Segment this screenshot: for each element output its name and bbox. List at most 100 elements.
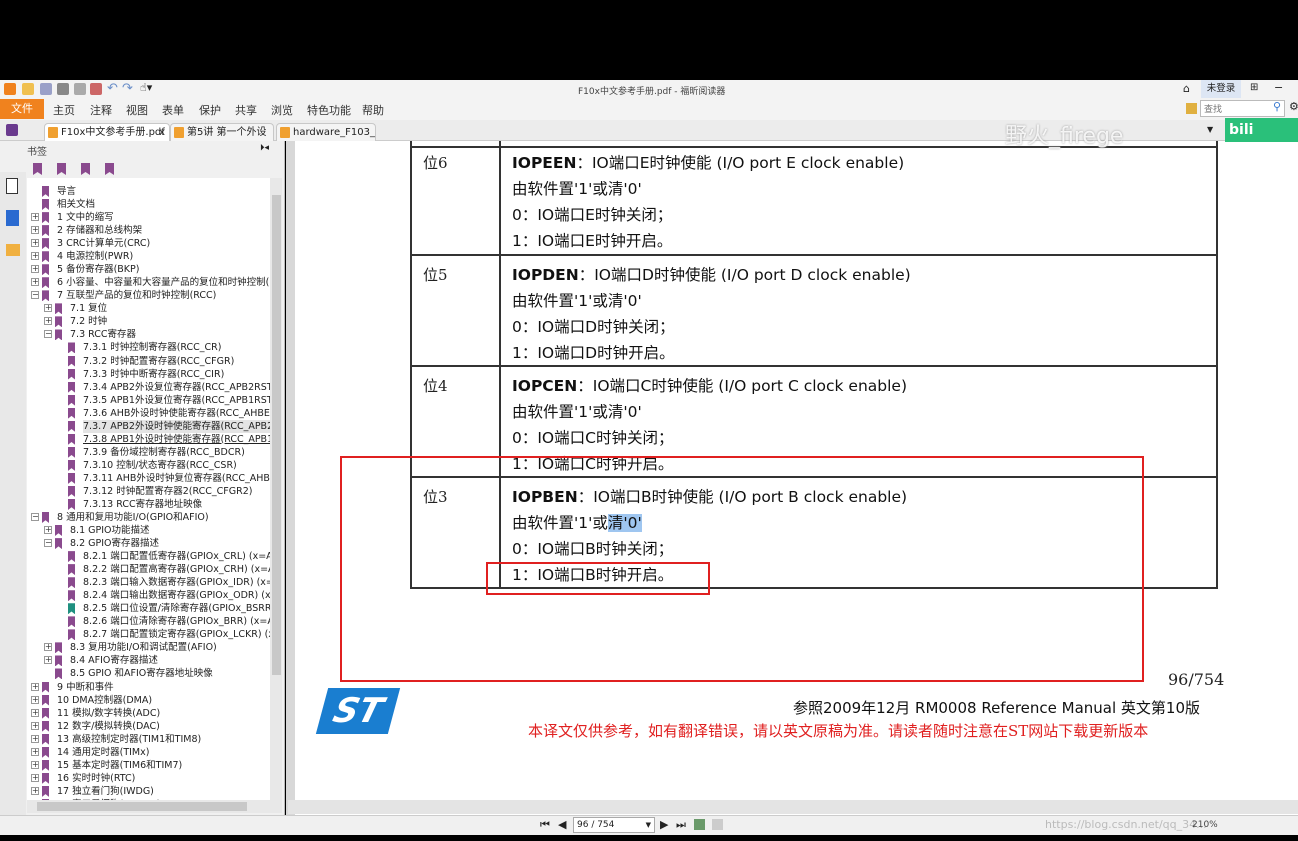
first-page-button[interactable]: ⏮	[540, 818, 550, 832]
bookmark-item[interactable]: 8.2.1 端口配置低寄存器(GPIOx_CRL) (x=A..E)	[27, 550, 270, 563]
bookmark-item[interactable]: +16 实时时钟(RTC)	[27, 772, 270, 785]
expand-icon[interactable]: +	[31, 747, 39, 756]
expand-icon[interactable]: +	[44, 656, 52, 665]
bookmark-item[interactable]: 7.3.10 控制/状态寄存器(RCC_CSR)	[27, 459, 270, 472]
bookmark-item[interactable]: +8.1 GPIO功能描述	[27, 524, 270, 537]
expand-icon[interactable]: +	[31, 239, 39, 248]
delete-bookmark-icon[interactable]	[33, 163, 42, 175]
bookmark-item[interactable]: 导言	[27, 185, 270, 198]
expand-icon[interactable]: +	[31, 734, 39, 743]
page-layout-2-icon[interactable]	[712, 819, 723, 830]
open-icon[interactable]	[22, 83, 34, 95]
next-page-button[interactable]: ▶	[660, 818, 668, 831]
skin-icon[interactable]: ⌂	[1183, 82, 1190, 95]
expand-icon[interactable]: +	[31, 226, 39, 235]
expand-icon[interactable]: +	[44, 304, 52, 313]
collapse-icon[interactable]: −	[31, 513, 39, 521]
expand-icon[interactable]: +	[44, 526, 52, 535]
bookmark-item[interactable]: 8.5 GPIO 和AFIO寄存器地址映像	[27, 667, 270, 680]
bookmark-item[interactable]: 7.3.12 时钟配置寄存器2(RCC_CFGR2)	[27, 485, 270, 498]
bookmark-item[interactable]: +9 中断和事件	[27, 681, 270, 694]
bookmark-item[interactable]: 7.3.3 时钟中断寄存器(RCC_CIR)	[27, 368, 270, 381]
menu-view[interactable]: 视图	[126, 102, 148, 118]
bookmark-item[interactable]: +13 高级控制定时器(TIM1和TIM8)	[27, 733, 270, 746]
edit-icon[interactable]	[6, 124, 18, 136]
bookmark-item[interactable]: 7.3.11 AHB外设时钟复位寄存器(RCC_AHBRSTR)	[27, 472, 270, 485]
comments-icon[interactable]	[6, 244, 20, 256]
bookmark-item[interactable]: +4 电源控制(PWR)	[27, 250, 270, 263]
search-icon[interactable]: ⚲	[1273, 100, 1281, 113]
redo-icon[interactable]: ↷	[122, 81, 133, 96]
bookmark-item[interactable]: 相关文档	[27, 198, 270, 211]
tab-menu-icon[interactable]: ▼	[1207, 125, 1213, 134]
new-icon[interactable]	[90, 83, 102, 95]
expand-icon[interactable]: +	[44, 643, 52, 652]
bookmark-item[interactable]: 7.3.13 RCC寄存器地址映像	[27, 498, 270, 511]
bookmark-item[interactable]: +12 数字/模拟转换(DAC)	[27, 720, 270, 733]
tab-hardware[interactable]: hardware_F103_蠡...	[276, 123, 376, 155]
bookmark-item[interactable]: +7.1 复位	[27, 302, 270, 315]
bookmark-item[interactable]: +1 文中的缩写	[27, 211, 270, 224]
bookmark-item[interactable]: +10 DMA控制器(DMA)	[27, 694, 270, 707]
layers-icon[interactable]	[6, 210, 19, 226]
menu-comment[interactable]: 注释	[90, 102, 112, 118]
add-bookmark-icon[interactable]	[57, 163, 66, 175]
save-icon[interactable]	[40, 83, 52, 95]
collapse-icon[interactable]: −	[31, 291, 39, 300]
tab-close-icon[interactable]: x	[159, 124, 165, 141]
expand-icon[interactable]: +	[31, 695, 39, 704]
bookmark-item[interactable]: 7.3.9 备份域控制寄存器(RCC_BDCR)	[27, 446, 270, 459]
expand-icon[interactable]: +	[31, 278, 39, 287]
bookmark-item[interactable]: 7.3.5 APB1外设复位寄存器(RCC_APB1RSTR)	[27, 394, 270, 407]
expand-icon[interactable]: +	[31, 682, 39, 691]
bookmark-item[interactable]: +6 小容量、中容量和大容量产品的复位和时钟控制(RCC)	[27, 276, 270, 289]
expand-icon[interactable]: +	[44, 317, 52, 326]
collapse-icon[interactable]: −	[44, 330, 52, 339]
page-layout-icon[interactable]	[694, 819, 705, 830]
expand-icon[interactable]: +	[31, 213, 39, 222]
bookmark-item[interactable]: +3 CRC计算单元(CRC)	[27, 237, 270, 250]
expand-icon[interactable]: +	[31, 252, 39, 261]
bookmark-item[interactable]: − 7 互联型产品的复位和时钟控制(RCC)	[27, 289, 270, 302]
bookmark-item[interactable]: +14 通用定时器(TIMx)	[27, 746, 270, 759]
document-horizontal-scrollbar[interactable]	[288, 800, 1298, 814]
bookmark-item[interactable]: 8.2.7 端口配置锁定寄存器(GPIOx_LCKR) (x=A..E)	[27, 628, 270, 641]
expand-icon[interactable]: +	[31, 265, 39, 274]
prev-page-button[interactable]: ◀	[558, 818, 566, 831]
window-icon[interactable]	[74, 83, 86, 95]
hand-tool-icon[interactable]: ☝▾	[140, 81, 152, 94]
bookmark-item[interactable]: 7.3.6 AHB外设时钟使能寄存器(RCC_AHBENR)	[27, 407, 270, 420]
bookmark-scroll-thumb[interactable]	[272, 195, 281, 675]
bookmark-item[interactable]: 8.2.3 端口输入数据寄存器(GPIOx_IDR) (x=A..E)	[27, 576, 270, 589]
expand-icon[interactable]: +	[31, 786, 39, 795]
tab-lecture5[interactable]: 第5讲 第一个外设G...	[170, 123, 274, 155]
zoom-level[interactable]: 210%	[1192, 820, 1218, 830]
bookmark-item[interactable]: 8.2.6 端口位清除寄存器(GPIOx_BRR) (x=A..E)	[27, 615, 270, 628]
minimize-icon[interactable]: −	[1274, 81, 1283, 94]
bookmark-item[interactable]: − 8 通用和复用功能I/O(GPIO和AFIO)	[27, 511, 270, 524]
find-folder-icon[interactable]	[1186, 103, 1197, 114]
page-thumbnail-icon[interactable]	[6, 178, 18, 194]
bookmark-item[interactable]: +17 独立看门狗(IWDG)	[27, 785, 270, 798]
bookmark-item[interactable]: 8.2.5 端口位设置/清除寄存器(GPIOx_BSRR) (x=A..E)	[27, 602, 270, 615]
menu-share[interactable]: 共享	[235, 102, 257, 118]
layout-icon[interactable]: ⊞	[1250, 82, 1258, 93]
bookmark-item[interactable]: 8.2.2 端口配置高寄存器(GPIOx_CRH) (x=A..E)	[27, 563, 270, 576]
expand-icon[interactable]: +	[31, 708, 39, 717]
expand-icon[interactable]: +	[31, 760, 39, 769]
bookmark-item[interactable]: 8.2.4 端口输出数据寄存器(GPIOx_ODR) (x=A..E)	[27, 589, 270, 602]
menu-browse[interactable]: 浏览	[271, 102, 293, 118]
undo-icon[interactable]: ↶	[107, 81, 118, 96]
panel-collapse-icon[interactable]: ⏵◂	[260, 143, 269, 153]
bookmark-item[interactable]: 7.3.8 APB1外设时钟使能寄存器(RCC_APB1ENR)	[27, 433, 270, 446]
find-bookmark-icon[interactable]	[105, 163, 114, 175]
expand-icon[interactable]: +	[31, 721, 39, 730]
bookmark-item[interactable]: +8.4 AFIO寄存器描述	[27, 654, 270, 667]
menu-features[interactable]: 特色功能	[307, 102, 351, 118]
bookmark-item[interactable]: − 8.2 GPIO寄存器描述	[27, 537, 270, 550]
bookmark-item[interactable]: +5 备份寄存器(BKP)	[27, 263, 270, 276]
menu-protect[interactable]: 保护	[199, 102, 221, 118]
menu-form[interactable]: 表单	[162, 102, 184, 118]
collapse-icon[interactable]: −	[44, 539, 52, 548]
move-bookmark-icon[interactable]	[81, 163, 90, 175]
